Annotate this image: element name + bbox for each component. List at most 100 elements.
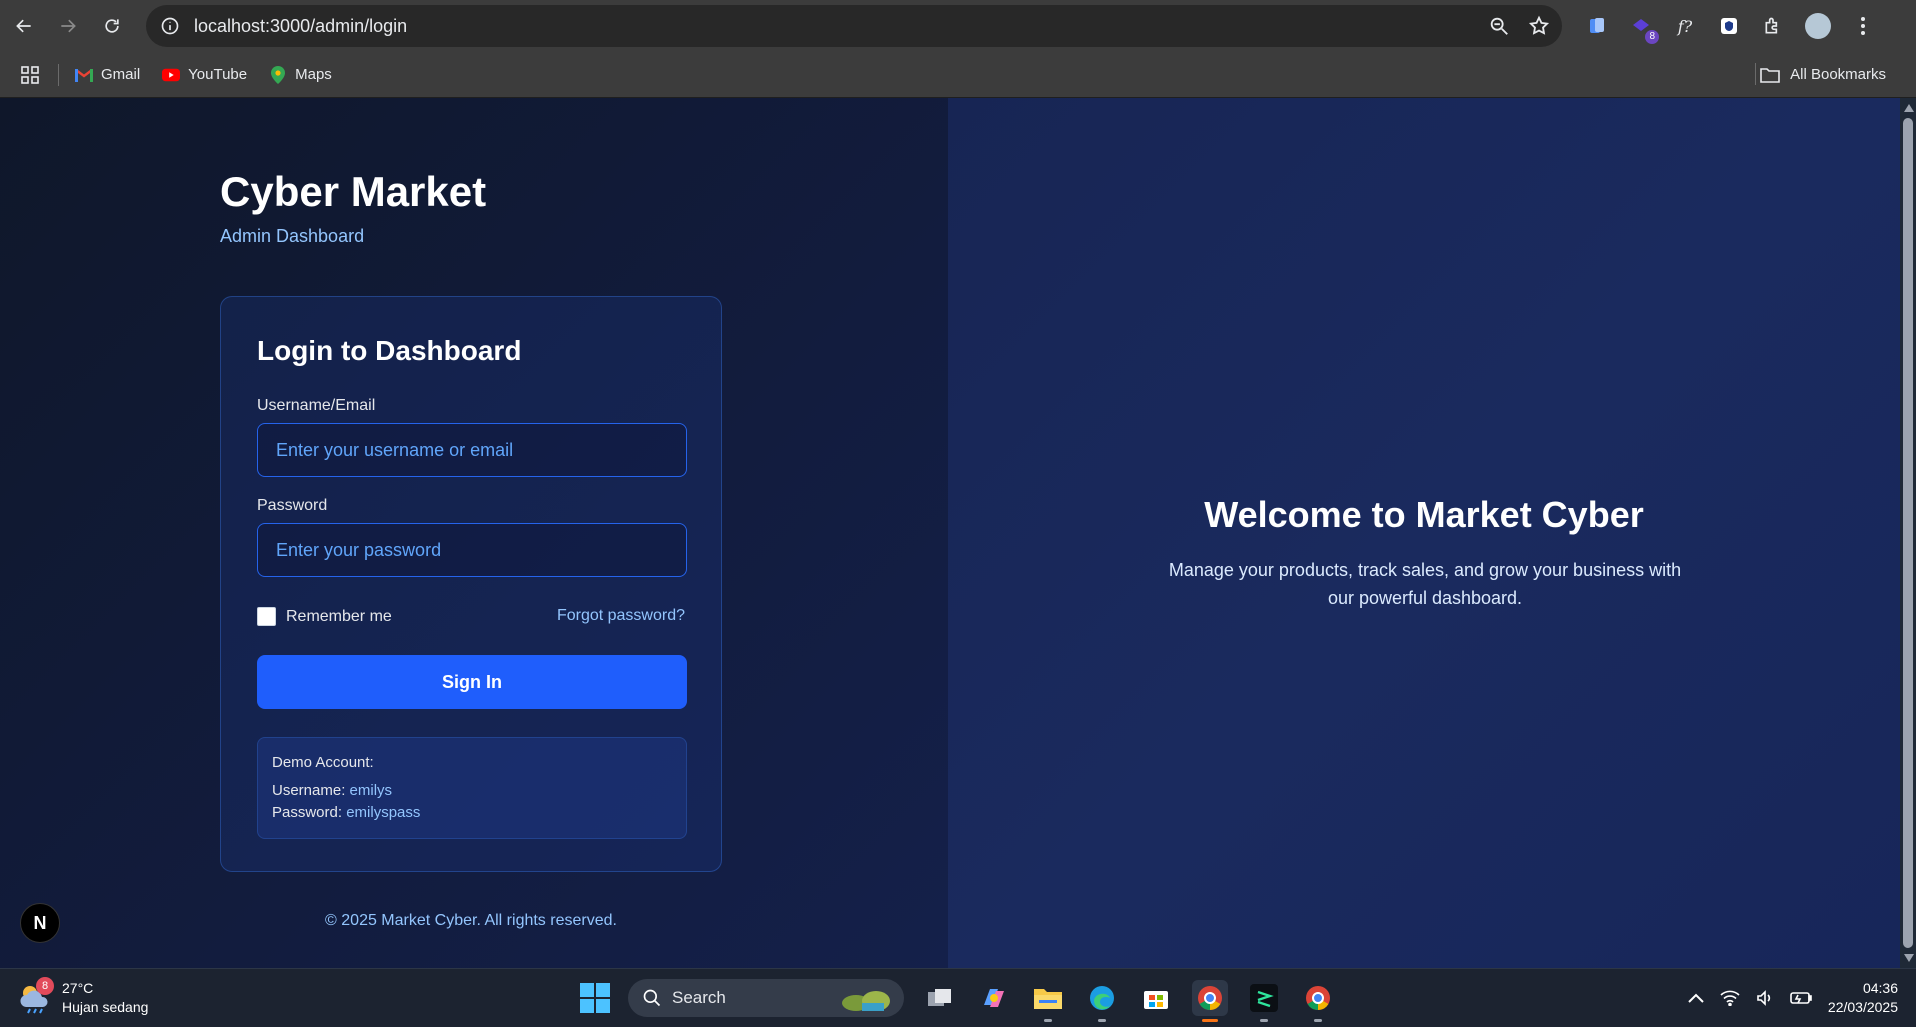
scroll-thumb[interactable]	[1903, 118, 1913, 948]
weather-temp: 27°C	[62, 980, 94, 996]
docs-extension-icon[interactable]	[1585, 14, 1609, 38]
search-icon	[643, 989, 661, 1007]
all-bookmarks-label: All Bookmarks	[1790, 66, 1886, 83]
chrome-test-icon[interactable]	[1300, 980, 1336, 1022]
task-view-icon[interactable]	[922, 980, 958, 1016]
search-label: Search	[672, 988, 726, 1007]
demo-account-box: Demo Account: Username: emilys Password:…	[257, 737, 687, 839]
weather-desc: Hujan sedang	[62, 999, 149, 1015]
running-indicator	[1098, 1019, 1106, 1022]
demo-username-value: emilys	[349, 782, 393, 799]
rain-cloud-icon: 8	[18, 977, 54, 1015]
bookmark-maps[interactable]: Maps	[269, 65, 332, 84]
remember-label: Remember me	[286, 607, 392, 625]
url-text[interactable]: localhost:3000/admin/login	[194, 16, 407, 37]
demo-password-key: Password:	[272, 804, 343, 821]
remember-checkbox[interactable]	[257, 607, 276, 626]
forgot-password-link[interactable]: Forgot password?	[557, 607, 685, 625]
demo-heading: Demo Account:	[272, 754, 374, 771]
page-scrollbar[interactable]	[1900, 98, 1916, 968]
running-indicator	[1202, 1019, 1218, 1022]
scroll-up-arrow[interactable]	[1904, 104, 1914, 112]
formula-extension-icon[interactable]: f?	[1673, 14, 1697, 38]
copyright-text: © 2025 Market Cyber. All rights reserved…	[325, 912, 617, 929]
login-card: Login to Dashboard Username/Email Passwo…	[220, 296, 722, 872]
zoom-icon[interactable]	[1488, 15, 1510, 37]
scroll-down-arrow[interactable]	[1904, 954, 1914, 962]
edge-icon[interactable]	[1084, 980, 1120, 1022]
all-bookmarks-button[interactable]: All Bookmarks	[1760, 52, 1886, 97]
brand-subtitle: Admin Dashboard	[220, 226, 365, 246]
clock[interactable]: 04:36 22/03/2025	[1828, 979, 1898, 1017]
store-icon[interactable]	[1138, 980, 1174, 1016]
password-input[interactable]	[257, 523, 687, 577]
browser-toolbar: localhost:3000/admin/login 8 f?	[0, 0, 1916, 52]
taskbar-apps: Search	[580, 977, 1336, 1022]
welcome-title: Welcome to Market Cyber	[1204, 494, 1644, 535]
more-menu-icon[interactable]	[1851, 14, 1875, 38]
taskbar: 8 27°C Hujan sedang Search 04:36 22/03/2…	[0, 968, 1916, 1027]
youtube-icon	[162, 66, 181, 84]
windows-start-icon[interactable]	[580, 983, 610, 1013]
back-button[interactable]	[4, 6, 44, 46]
bookmark-star-icon[interactable]	[1528, 15, 1550, 37]
site-info-icon[interactable]	[160, 16, 180, 36]
maps-icon	[269, 65, 287, 84]
brand-title: Cyber Market	[220, 168, 487, 215]
volume-icon[interactable]	[1756, 990, 1774, 1006]
file-explorer-icon[interactable]	[1030, 980, 1066, 1022]
username-input[interactable]	[257, 423, 687, 477]
clock-time: 04:36	[1862, 980, 1898, 996]
chevron-up-icon[interactable]	[1688, 993, 1704, 1003]
reload-icon	[105, 19, 119, 33]
copilot-icon[interactable]	[976, 980, 1012, 1016]
sign-in-button[interactable]: Sign In	[257, 655, 687, 709]
arrow-right-icon	[61, 19, 76, 33]
nextjs-dev-badge[interactable]: N	[20, 903, 60, 943]
weather-badge: 8	[36, 977, 54, 995]
battery-icon[interactable]	[1790, 991, 1812, 1005]
bookmark-label: Gmail	[101, 66, 141, 83]
wifi-icon[interactable]	[1720, 990, 1740, 1006]
bookmark-youtube[interactable]: YouTube	[162, 66, 247, 84]
search-highlight-icon	[842, 991, 890, 1011]
bookmark-label: Maps	[295, 66, 332, 83]
demo-password-row: Password: emilyspass	[272, 802, 672, 824]
page-content: Cyber Market Admin Dashboard Login to Da…	[0, 98, 1900, 968]
bookmark-label: YouTube	[188, 66, 248, 83]
bookmarks-divider	[1755, 63, 1756, 85]
profile-avatar[interactable]	[1805, 13, 1831, 39]
running-indicator	[1314, 1019, 1322, 1022]
running-indicator	[1044, 1019, 1052, 1022]
system-tray: 04:36 22/03/2025	[1688, 977, 1898, 1019]
remember-me[interactable]: Remember me	[257, 607, 392, 626]
bookmarks-divider	[58, 63, 59, 86]
gmail-icon	[75, 66, 93, 84]
folder-icon	[1760, 67, 1780, 83]
clock-date: 22/03/2025	[1827, 999, 1898, 1015]
demo-password-value: emilyspass	[346, 804, 421, 821]
demo-username-key: Username:	[272, 782, 346, 799]
purple-extension-icon[interactable]: 8	[1629, 14, 1659, 44]
login-title: Login to Dashboard	[257, 335, 522, 366]
chrome-icon[interactable]	[1192, 980, 1228, 1022]
demo-username-row: Username: emilys	[272, 780, 672, 802]
address-bar[interactable]: localhost:3000/admin/login	[146, 5, 1562, 47]
weather-text: 27°C Hujan sedang	[62, 979, 148, 1017]
apps-grid-icon[interactable]	[20, 65, 40, 85]
extensions-area: 8 f?	[1585, 0, 1875, 52]
running-indicator	[1260, 1019, 1268, 1022]
weather-widget[interactable]: 8 27°C Hujan sedang	[18, 977, 148, 1017]
bookmarks-bar: Gmail YouTube Maps All Bookmarks	[0, 52, 1916, 98]
taskbar-search[interactable]: Search	[628, 979, 904, 1017]
puzzle-icon[interactable]	[1761, 14, 1785, 38]
login-panel: Cyber Market Admin Dashboard Login to Da…	[0, 98, 948, 968]
password-label: Password	[257, 497, 328, 514]
terminal-app-icon[interactable]	[1246, 980, 1282, 1022]
username-label: Username/Email	[257, 397, 376, 414]
reload-button[interactable]	[92, 6, 132, 46]
shield-extension-icon[interactable]	[1717, 14, 1741, 38]
forward-button[interactable]	[48, 6, 88, 46]
bookmark-gmail[interactable]: Gmail	[75, 66, 140, 84]
arrow-left-icon	[16, 19, 31, 33]
